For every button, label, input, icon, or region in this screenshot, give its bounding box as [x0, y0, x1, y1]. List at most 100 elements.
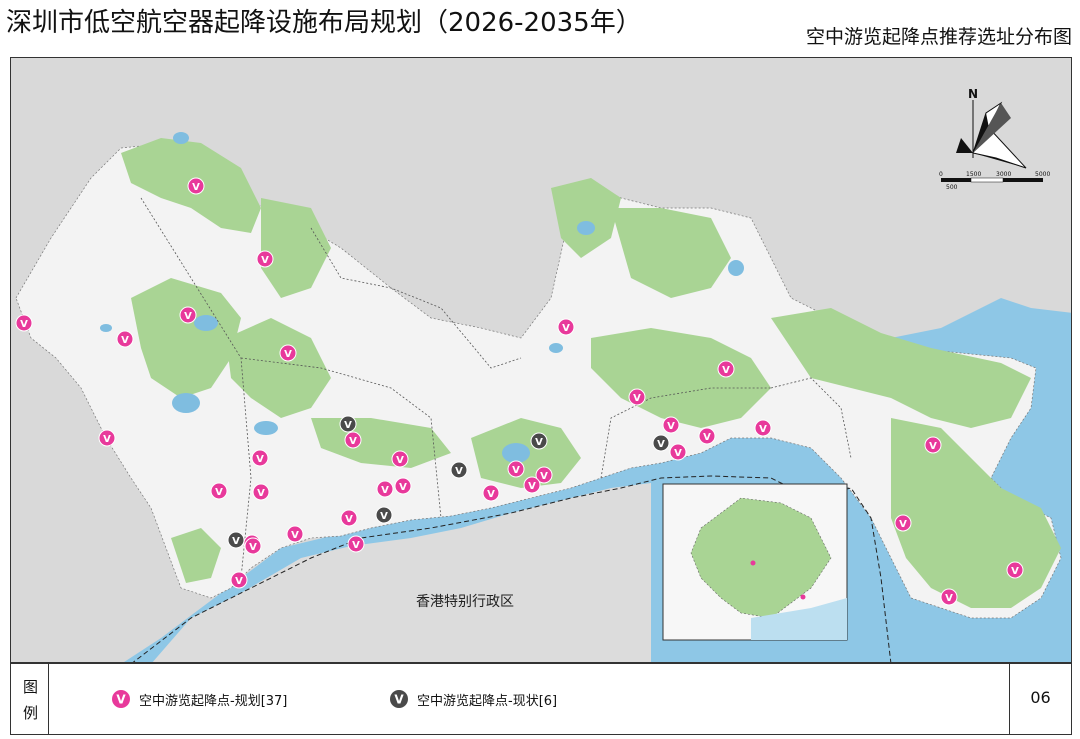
- planned-landing-point-marker[interactable]: V: [717, 360, 735, 378]
- hk-region-label: 香港特别行政区: [416, 594, 514, 610]
- planned-landing-point-marker[interactable]: V: [894, 514, 912, 532]
- planned-landing-point-marker[interactable]: V: [256, 250, 274, 268]
- map-panel[interactable]: 香港特别行政区 N 0 1500 3000 5000 500 V V V V V…: [10, 57, 1072, 663]
- planned-landing-point-marker[interactable]: V: [251, 449, 269, 467]
- svg-text:V: V: [633, 393, 641, 404]
- svg-text:V: V: [349, 436, 357, 447]
- svg-text:V: V: [703, 432, 711, 443]
- svg-text:V: V: [345, 514, 353, 525]
- scale-label-3000: 3000: [996, 171, 1011, 178]
- svg-text:V: V: [291, 530, 299, 541]
- planned-landing-point-marker[interactable]: V: [344, 431, 362, 449]
- planned-landing-point-marker[interactable]: V: [940, 588, 958, 606]
- planned-landing-point-marker[interactable]: V: [279, 344, 297, 362]
- svg-text:V: V: [249, 542, 257, 553]
- svg-text:V: V: [759, 424, 767, 435]
- planned-landing-point-marker[interactable]: V: [507, 460, 525, 478]
- svg-text:V: V: [396, 455, 404, 466]
- planned-landing-point-marker[interactable]: V: [482, 484, 500, 502]
- svg-text:V: V: [261, 255, 269, 266]
- planned-landing-point-marker[interactable]: V: [179, 306, 197, 324]
- svg-text:V: V: [235, 576, 243, 587]
- svg-text:V: V: [121, 335, 129, 346]
- svg-text:V: V: [487, 489, 495, 500]
- svg-text:V: V: [535, 437, 543, 448]
- planned-landing-point-marker[interactable]: V: [698, 427, 716, 445]
- scale-label-1500: 1500: [966, 171, 981, 178]
- north-label: N: [968, 87, 978, 101]
- planned-landing-point-marker[interactable]: V: [15, 314, 33, 332]
- svg-text:V: V: [562, 323, 570, 334]
- existing-landing-point-marker[interactable]: V: [450, 461, 468, 479]
- planned-landing-point-marker[interactable]: V: [340, 509, 358, 527]
- v-pin-gray-icon: V: [390, 690, 408, 708]
- planned-landing-point-marker[interactable]: V: [347, 535, 365, 553]
- svg-text:V: V: [232, 536, 240, 547]
- svg-text:V: V: [184, 311, 192, 322]
- planned-landing-point-marker[interactable]: V: [754, 419, 772, 437]
- planned-landing-point-marker[interactable]: V: [187, 177, 205, 195]
- planned-landing-point-marker[interactable]: V: [662, 416, 680, 434]
- planned-landing-point-marker[interactable]: V: [557, 318, 575, 336]
- legend-item-planned: V 空中游览起降点-规划[37]: [111, 686, 287, 712]
- svg-text:V: V: [192, 182, 200, 193]
- v-pin-magenta-icon: V: [112, 690, 130, 708]
- planned-landing-point-marker[interactable]: V: [523, 476, 541, 494]
- existing-landing-point-marker[interactable]: V: [339, 415, 357, 433]
- svg-text:V: V: [20, 319, 28, 330]
- planned-landing-point-marker[interactable]: V: [244, 537, 262, 555]
- svg-text:V: V: [929, 441, 937, 452]
- svg-text:V: V: [256, 454, 264, 465]
- page-title: 深圳市低空航空器起降设施布局规划（2026-2035年）: [6, 8, 642, 38]
- svg-text:V: V: [540, 471, 548, 482]
- svg-text:V: V: [899, 519, 907, 530]
- existing-landing-point-marker[interactable]: V: [227, 531, 245, 549]
- svg-text:V: V: [380, 511, 388, 522]
- svg-text:V: V: [352, 540, 360, 551]
- existing-landing-point-marker[interactable]: V: [530, 432, 548, 450]
- svg-text:V: V: [257, 488, 265, 499]
- planned-landing-point-marker[interactable]: V: [116, 330, 134, 348]
- planned-landing-point-marker[interactable]: V: [286, 525, 304, 543]
- map-subtitle: 空中游览起降点推荐选址分布图: [805, 26, 1072, 48]
- planned-landing-point-marker[interactable]: V: [394, 477, 412, 495]
- inset-locator-map: [662, 483, 848, 641]
- planned-landing-point-marker[interactable]: V: [230, 571, 248, 589]
- existing-landing-point-marker[interactable]: V: [375, 506, 393, 524]
- scale-label-500: 500: [946, 184, 958, 191]
- svg-text:V: V: [394, 693, 404, 707]
- scale-label-5000: 5000: [1035, 171, 1050, 178]
- planned-landing-point-marker[interactable]: V: [391, 450, 409, 468]
- svg-text:V: V: [399, 482, 407, 493]
- svg-text:V: V: [344, 420, 352, 431]
- svg-text:V: V: [722, 365, 730, 376]
- planned-landing-point-marker[interactable]: V: [669, 443, 687, 461]
- svg-text:V: V: [215, 487, 223, 498]
- svg-text:V: V: [455, 466, 463, 477]
- legend-title-char-1: 图: [23, 678, 39, 696]
- svg-text:V: V: [1011, 566, 1019, 577]
- svg-text:V: V: [284, 349, 292, 360]
- legend-title: 图 例: [11, 664, 49, 734]
- planned-landing-point-marker[interactable]: V: [628, 388, 646, 406]
- svg-text:V: V: [116, 693, 126, 707]
- legend-item-existing: V 空中游览起降点-现状[6]: [389, 686, 557, 712]
- svg-text:V: V: [512, 465, 520, 476]
- svg-text:V: V: [674, 448, 682, 459]
- page-number-box: 06: [1009, 664, 1071, 734]
- planned-landing-point-marker[interactable]: V: [376, 480, 394, 498]
- planned-landing-point-marker[interactable]: V: [252, 483, 270, 501]
- legend-panel: 图 例 V 空中游览起降点-规划[37] V 空中游览起降点-现状[6] 06: [10, 663, 1072, 735]
- planned-landing-point-marker[interactable]: V: [1006, 561, 1024, 579]
- planned-landing-point-marker[interactable]: V: [924, 436, 942, 454]
- existing-landing-point-marker[interactable]: V: [652, 434, 670, 452]
- legend-label-existing: 空中游览起降点-现状[6]: [417, 693, 558, 709]
- page-number: 06: [1030, 688, 1051, 707]
- svg-text:V: V: [945, 593, 953, 604]
- planned-landing-point-marker[interactable]: V: [98, 429, 116, 447]
- legend-title-char-2: 例: [23, 704, 39, 722]
- svg-text:V: V: [103, 434, 111, 445]
- planned-landing-point-marker[interactable]: V: [210, 482, 228, 500]
- map-canvas[interactable]: 香港特别行政区 N 0 1500 3000 5000 500 VVVVVVVVV…: [11, 58, 1072, 663]
- scale-label-0: 0: [939, 171, 943, 178]
